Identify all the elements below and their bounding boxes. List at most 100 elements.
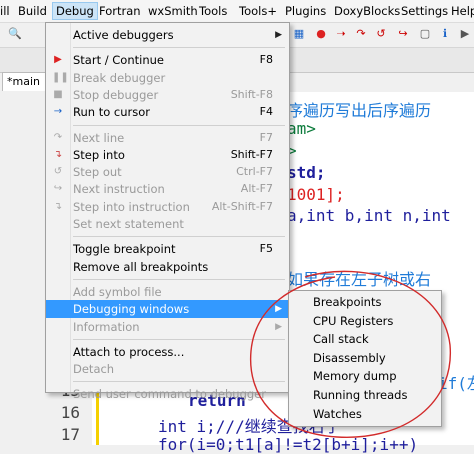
menu-item-label: Start / Continue [73, 53, 164, 68]
submenu-arrow-icon: ▶ [275, 30, 282, 40]
menu-build[interactable]: Build [16, 3, 49, 19]
menu-item-send-user-command-to-debugger[interactable]: Send user command to debugger [46, 385, 289, 403]
menu-item-shortcut: F8 [259, 53, 273, 67]
submenu-item-label: Watches [313, 406, 362, 421]
menu-item-set-next-statement[interactable]: Set next statement [46, 215, 289, 233]
menu-item-label: Add symbol file [73, 284, 162, 299]
submenu-item-call-stack[interactable]: Call stack [289, 330, 441, 348]
menu-item-shortcut: Ctrl-F7 [236, 165, 273, 179]
submenu-arrow-icon: ▶ [275, 304, 282, 315]
code-line: 1001]; [287, 185, 345, 204]
next-instruction-icon[interactable]: ↪ [396, 27, 410, 41]
menu-item-attach-to-process[interactable]: Attach to process... [46, 343, 289, 361]
menu-item-information[interactable]: Information ▶ [46, 318, 289, 336]
menu-separator [73, 236, 285, 238]
menu-debug[interactable]: Debug [52, 2, 98, 20]
menu-item-shortcut: Shift-F8 [230, 87, 273, 101]
menu-separator [73, 124, 285, 126]
submenu-item-cpu-registers[interactable]: CPU Registers [289, 312, 441, 330]
step-into-icon[interactable]: ↷ [354, 27, 368, 41]
step-into-instruction-icon: ↴ [53, 200, 63, 212]
menu-item-step-into-instruction[interactable]: ↴ Step into instruction Alt-Shift-F7 [46, 198, 289, 216]
menu-item-active-debuggers[interactable]: Active debuggers ▶ [46, 26, 289, 44]
debug-menu: Active debuggers ▶ ▶ Start / Continue F8 ❚❚ Br… [45, 22, 290, 401]
next-instruction-icon: ↪ [53, 183, 63, 195]
menu-tools[interactable]: Tools [197, 3, 229, 19]
submenu-item-disassembly[interactable]: Disassembly [289, 349, 441, 367]
menu-item-next-line[interactable]: ↷ Next line F7 [46, 129, 289, 147]
submenu-item-breakpoints[interactable]: Breakpoints [289, 293, 441, 311]
menu-item-label: Remove all breakpoints [73, 259, 209, 274]
menu-doxyblocks[interactable]: DoxyBlocks [332, 3, 402, 19]
menu-wxsmith[interactable]: wxSmith [146, 3, 200, 19]
line-number: 17 [60, 425, 80, 444]
menu-item-label: Toggle breakpoint [73, 242, 176, 257]
menu-item-stop-debugger[interactable]: ■ Stop debugger Shift-F8 [46, 86, 289, 104]
menu-item-toggle-breakpoint[interactable]: Toggle breakpoint F5 [46, 240, 289, 258]
menu-item-label: Run to cursor [73, 105, 151, 120]
submenu-item-watches[interactable]: Watches [289, 405, 441, 423]
menu-item-next-instruction[interactable]: ↪ Next instruction Alt-F7 [46, 180, 289, 198]
menu-bar: ill Build Debug Fortran wxSmith Tools Tools+ P… [0, 0, 474, 23]
debug-window-icon[interactable]: ▦ [292, 27, 306, 41]
menu-item-label: Detach [73, 362, 115, 377]
menu-item-label: Next instruction [73, 182, 165, 197]
stop-icon: ■ [53, 88, 63, 100]
menu-item-detach[interactable]: Detach [46, 360, 289, 378]
submenu-item-label: Memory dump [313, 369, 397, 384]
menu-item-shortcut: Alt-Shift-F7 [211, 199, 273, 213]
menu-item-add-symbol-file[interactable]: Add symbol file [46, 283, 289, 301]
menu-item-remove-all-breakpoints[interactable]: Remove all breakpoints [46, 258, 289, 276]
code-line: if(左 [438, 374, 474, 393]
menu-item-step-into[interactable]: ↴ Step into Shift-F7 [46, 146, 289, 164]
code-line: 序遍历写出后序遍历 [287, 101, 432, 120]
submenu-item-memory-dump[interactable]: Memory dump [289, 367, 441, 385]
menu-settings[interactable]: Settings [399, 3, 450, 19]
menu-fragment[interactable]: ill [0, 3, 12, 19]
menu-item-debugging-windows[interactable]: Debugging windows ▶ [46, 300, 289, 319]
code-line: 如果存在左子树或右 [287, 270, 432, 289]
menu-item-break-debugger[interactable]: ❚❚ Break debugger [46, 69, 289, 87]
window-icon[interactable]: ▢ [418, 27, 432, 41]
info-icon[interactable]: ℹ [438, 27, 452, 41]
pause-icon: ❚❚ [52, 71, 69, 83]
menu-plugins[interactable]: Plugins [283, 3, 328, 19]
menu-item-label: Stop debugger [73, 87, 159, 102]
menu-item-run-to-cursor[interactable]: → Run to cursor F4 [46, 103, 289, 121]
play-icon: ▶ [54, 54, 62, 66]
menu-separator [73, 278, 285, 280]
menu-item-label: Debugging windows [73, 302, 190, 317]
menu-item-label: Step into [73, 147, 125, 162]
next-line-icon[interactable]: ➝ [334, 27, 348, 41]
submenu-item-label: Disassembly [313, 350, 386, 365]
menu-item-shortcut: F7 [259, 130, 273, 144]
submenu-item-running-threads[interactable]: Running threads [289, 386, 441, 404]
menu-item-label: Step out [73, 165, 122, 180]
menu-item-shortcut: Shift-F7 [230, 147, 273, 161]
menu-fortran[interactable]: Fortran [97, 3, 143, 19]
line-number: 16 [60, 403, 80, 422]
run-to-cursor-icon: → [53, 106, 63, 118]
menu-item-label: Attach to process... [73, 344, 185, 359]
menu-help[interactable]: Help [449, 3, 474, 19]
step-out-icon[interactable]: ↺ [374, 27, 388, 41]
submenu-item-label: Call stack [313, 332, 369, 347]
search-icon[interactable]: 🔍 [8, 27, 22, 41]
submenu-item-label: CPU Registers [313, 313, 394, 328]
submenu-item-label: Breakpoints [313, 295, 382, 309]
menu-item-label: Send user command to debugger [73, 387, 266, 402]
code-line: a,int b,int n,int [287, 206, 451, 225]
menu-tools-[interactable]: Tools+ [237, 3, 279, 19]
menu-item-label: Information [73, 319, 140, 334]
menu-item-shortcut: F5 [259, 242, 273, 256]
arrow-icon[interactable]: ▶ [458, 27, 472, 41]
debugging-windows-submenu: Breakpoints CPU Registers Call stack Disass… [288, 290, 442, 427]
stop-icon[interactable]: ● [314, 27, 328, 41]
menu-item-label: Set next statement [73, 217, 184, 231]
menu-item-start-continue[interactable]: ▶ Start / Continue F8 [46, 51, 289, 69]
menu-item-step-out[interactable]: ↺ Step out Ctrl-F7 [46, 163, 289, 181]
submenu-arrow-icon: ▶ [275, 321, 282, 332]
menu-item-label: Break debugger [73, 70, 166, 85]
menu-item-shortcut: Alt-F7 [240, 182, 273, 196]
step-out-icon: ↺ [53, 166, 63, 178]
